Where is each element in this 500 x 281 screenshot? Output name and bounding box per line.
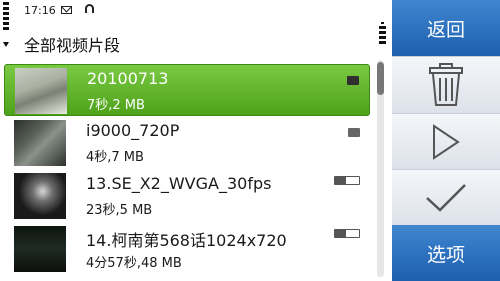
options-button-label: 选项: [426, 243, 465, 266]
status-bar: 17:16: [0, 0, 390, 22]
mail-icon: [61, 6, 72, 14]
softkey-panel: 返回 选项: [392, 0, 500, 281]
memory-card-icon: [334, 176, 360, 185]
video-name: 20100713: [87, 69, 169, 88]
play-icon: [433, 123, 460, 160]
video-meta: 7秒,2 MB: [87, 98, 145, 113]
video-list: 20100713 7秒,2 MB i9000_720P 4秒,7 MB 13.S…: [0, 60, 375, 281]
list-item-video-3[interactable]: 13.SE_X2_WVGA_30fps 23秒,5 MB: [4, 170, 370, 222]
battery-icon: [379, 22, 387, 52]
signal-icon: [2, 2, 10, 60]
back-button-label: 返回: [426, 18, 465, 41]
video-name: 13.SE_X2_WVGA_30fps: [86, 174, 272, 193]
options-button[interactable]: 选项: [392, 225, 500, 281]
checkmark-icon: [426, 183, 466, 212]
page-title: 全部视频片段: [24, 36, 121, 55]
back-button[interactable]: 返回: [392, 0, 500, 56]
scrollbar[interactable]: [377, 60, 384, 277]
list-item-video-1[interactable]: 20100713 7秒,2 MB: [4, 64, 370, 116]
headset-icon: [85, 4, 94, 13]
video-meta: 23秒,5 MB: [86, 203, 153, 218]
video-thumbnail: [14, 226, 66, 272]
video-name: i9000_720P: [86, 121, 180, 140]
scrollbar-thumb[interactable]: [377, 62, 384, 95]
memory-card-icon: [334, 229, 360, 238]
video-name: 14.柯南第568话1024x720: [86, 231, 287, 250]
mark-button[interactable]: [392, 169, 500, 225]
trash-icon: [429, 63, 463, 106]
video-thumbnail: [15, 68, 67, 114]
video-meta: 4分57秒,48 MB: [86, 256, 182, 271]
video-thumbnail: [14, 173, 66, 219]
list-item-video-4[interactable]: 14.柯南第568话1024x720 4分57秒,48 MB: [4, 223, 370, 275]
phone-memory-icon: [348, 128, 360, 137]
video-thumbnail: [14, 120, 66, 166]
phone-memory-icon: [347, 76, 359, 85]
list-item-video-2[interactable]: i9000_720P 4秒,7 MB: [4, 117, 370, 169]
delete-button[interactable]: [392, 56, 500, 113]
clock: 17:16: [24, 4, 56, 17]
video-meta: 4秒,7 MB: [86, 150, 144, 165]
play-button[interactable]: [392, 113, 500, 169]
